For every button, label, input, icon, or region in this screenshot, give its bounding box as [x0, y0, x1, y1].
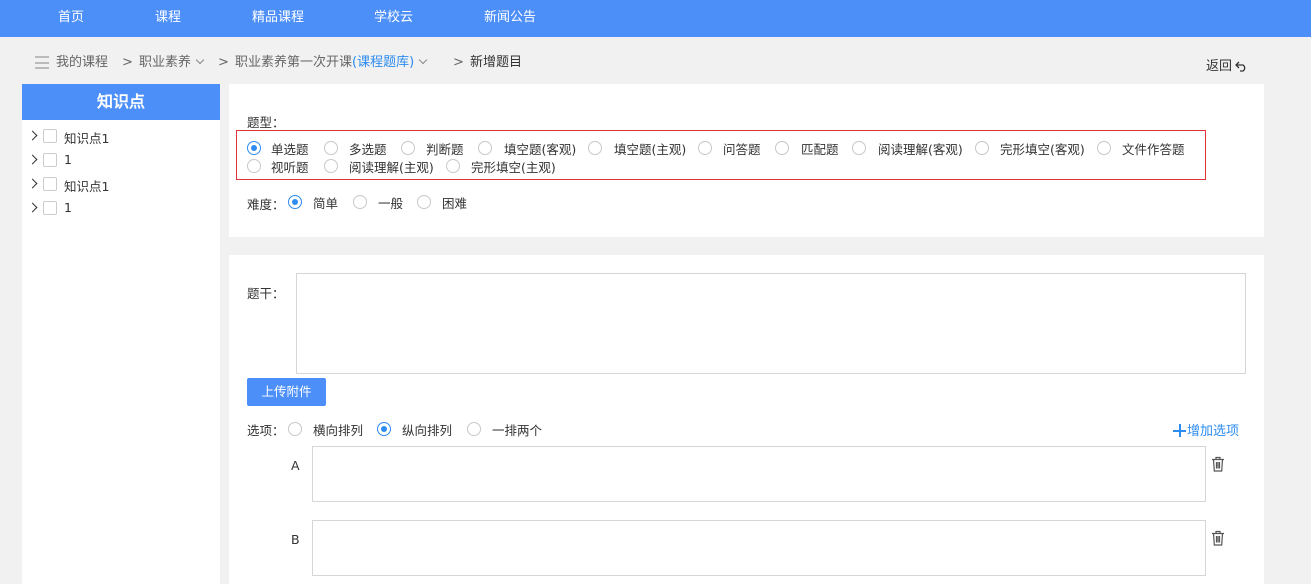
breadcrumb-separator: >	[122, 55, 133, 70]
tree-item-label: 知识点1	[64, 179, 110, 194]
tree-item-label: 知识点1	[64, 131, 110, 146]
tree-item[interactable]: 1	[22, 199, 220, 217]
radio-fill-subjective[interactable]	[588, 141, 602, 155]
breadcrumb-my-courses[interactable]: 我的课程	[56, 55, 108, 71]
upload-attachment-button[interactable]: 上传附件	[247, 378, 326, 406]
breadcrumb: 我的课程 > 职业素养 > 职业素养第一次开课(课程题库) > 新增题目 返回	[0, 38, 1311, 84]
radio-audio-visual[interactable]	[247, 159, 261, 173]
chevron-down-icon	[418, 55, 428, 65]
tree-item[interactable]: 知识点1	[22, 127, 220, 146]
choice-letter: A	[291, 458, 300, 473]
tree-checkbox[interactable]	[43, 201, 57, 215]
tree-checkbox[interactable]	[43, 177, 57, 191]
radio-file-answer[interactable]	[1097, 141, 1111, 155]
radio-single-choice[interactable]	[247, 141, 261, 155]
breadcrumb-current: 新增题目	[470, 55, 523, 70]
option-label: 问答题	[723, 142, 761, 157]
chevron-right-icon[interactable]	[27, 130, 38, 141]
radio-cloze-objective[interactable]	[975, 141, 989, 155]
radio-true-false[interactable]	[401, 141, 415, 155]
option-label: 多选题	[349, 142, 387, 157]
nav-featured-courses[interactable]: 精品课程	[252, 0, 304, 35]
radio-fill-objective[interactable]	[478, 141, 492, 155]
option-label: 阅读理解(主观)	[349, 160, 434, 175]
choice-b-textarea[interactable]	[312, 520, 1206, 576]
option-label: 完形填空(客观)	[1000, 142, 1085, 157]
breadcrumb-library: (课程题库)	[352, 55, 415, 70]
radio-layout-vertical[interactable]	[377, 422, 391, 436]
option-label: 横向排列	[313, 423, 364, 438]
tree-item[interactable]: 知识点1	[22, 175, 220, 194]
undo-icon	[1235, 61, 1246, 72]
radio-difficulty-hard[interactable]	[417, 195, 431, 209]
breadcrumb-class[interactable]: 职业素养第一次开课(课程题库)	[235, 55, 428, 71]
breadcrumb-course[interactable]: 职业素养	[139, 55, 205, 71]
option-label: 单选题	[271, 142, 309, 157]
option-label: 视听题	[271, 160, 309, 175]
back-button[interactable]: 返回	[1206, 55, 1248, 74]
add-option-label: 增加选项	[1187, 424, 1240, 439]
radio-multiple-choice[interactable]	[324, 141, 338, 155]
menu-icon[interactable]	[35, 56, 49, 69]
breadcrumb-separator: >	[218, 55, 229, 70]
plus-icon	[1173, 424, 1186, 437]
radio-reading-objective[interactable]	[852, 141, 866, 155]
nav-courses[interactable]: 课程	[155, 0, 181, 35]
breadcrumb-class-label: 职业素养第一次开课	[235, 55, 353, 70]
trash-icon[interactable]	[1211, 456, 1225, 472]
option-label: 填空题(客观)	[504, 142, 577, 157]
option-label: 一般	[378, 196, 404, 211]
radio-layout-two-per-row[interactable]	[467, 422, 481, 436]
radio-essay[interactable]	[698, 141, 712, 155]
knowledge-sidebar: 知识点 知识点1 1 知识点1 1	[22, 84, 220, 584]
sidebar-title: 知识点	[22, 84, 220, 120]
radio-difficulty-medium[interactable]	[353, 195, 367, 209]
option-label: 匹配题	[801, 142, 839, 157]
tree-checkbox[interactable]	[43, 153, 57, 167]
trash-icon[interactable]	[1211, 530, 1225, 546]
chevron-right-icon[interactable]	[27, 154, 38, 165]
radio-reading-subjective[interactable]	[324, 159, 338, 173]
option-label: 判断题	[426, 142, 464, 157]
choice-letter: B	[291, 532, 300, 547]
choice-a-textarea[interactable]	[312, 446, 1206, 502]
radio-difficulty-easy[interactable]	[288, 195, 302, 209]
tree-checkbox[interactable]	[43, 129, 57, 143]
options-label: 选项：	[247, 423, 285, 438]
tree-item-label: 1	[64, 152, 72, 167]
difficulty-label: 难度：	[247, 197, 285, 212]
radio-matching[interactable]	[775, 141, 789, 155]
nav-home[interactable]: 首页	[58, 0, 84, 35]
option-label: 简单	[313, 196, 339, 211]
option-label: 一排两个	[492, 423, 543, 438]
stem-textarea[interactable]	[296, 273, 1246, 374]
chevron-down-icon	[195, 55, 205, 65]
option-label: 填空题(主观)	[614, 142, 687, 157]
option-label: 文件作答题	[1122, 142, 1185, 157]
radio-layout-horizontal[interactable]	[288, 422, 302, 436]
question-type-label: 题型：	[247, 115, 285, 130]
nav-news[interactable]: 新闻公告	[484, 0, 536, 35]
stem-label: 题干：	[247, 286, 285, 301]
breadcrumb-separator: >	[453, 55, 464, 70]
radio-cloze-subjective[interactable]	[446, 159, 460, 173]
option-label: 困难	[442, 196, 468, 211]
tree-item[interactable]: 1	[22, 151, 220, 169]
breadcrumb-course-label: 职业素养	[139, 55, 192, 70]
tree-item-label: 1	[64, 200, 72, 215]
option-label: 阅读理解(客观)	[878, 142, 963, 157]
add-option-button[interactable]: 增加选项	[1173, 420, 1239, 439]
top-nav: 首页 课程 精品课程 学校云 新闻公告	[0, 0, 1311, 37]
option-label: 完形填空(主观)	[471, 160, 556, 175]
option-label: 纵向排列	[402, 423, 453, 438]
nav-school-cloud[interactable]: 学校云	[374, 0, 413, 35]
back-label: 返回	[1206, 59, 1233, 74]
chevron-right-icon[interactable]	[27, 202, 38, 213]
chevron-right-icon[interactable]	[27, 178, 38, 189]
